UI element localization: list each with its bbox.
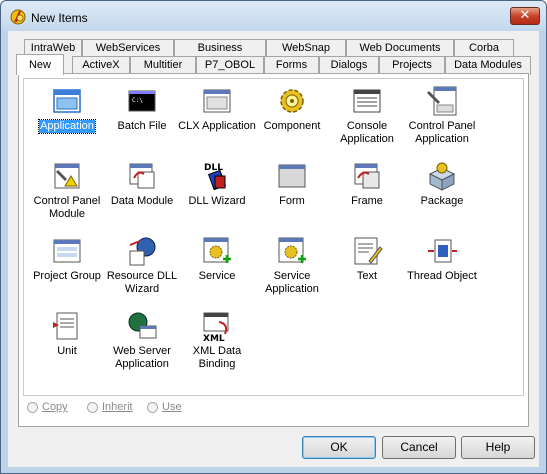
new-items-dialog: New Items ✕ IntraWeb WebServices Busines… <box>0 0 547 474</box>
cancel-button[interactable]: Cancel <box>382 436 456 459</box>
project-group-icon <box>53 239 81 263</box>
tab-new[interactable]: New <box>16 54 64 75</box>
dialog-client: IntraWeb WebServices Business WebSnap We… <box>8 31 539 467</box>
inherit-radio-label: Inherit <box>102 401 133 413</box>
control-panel-module-icon <box>54 163 80 189</box>
application-icon <box>53 89 81 113</box>
dll-wizard-icon: DLL <box>204 163 227 191</box>
copy-radio-circle[interactable] <box>27 402 38 413</box>
package-icon <box>428 162 456 191</box>
use-radio-circle[interactable] <box>147 402 158 413</box>
close-button[interactable]: ✕ <box>510 7 540 25</box>
thread-object-icon <box>428 239 457 263</box>
service-application-icon <box>278 237 306 263</box>
ok-button[interactable]: OK <box>302 436 376 459</box>
resource-dll-wizard-icon <box>129 237 156 266</box>
item-package[interactable]: Package <box>397 160 487 230</box>
use-radio-label: Use <box>162 401 182 413</box>
console-application-icon <box>353 89 381 113</box>
copy-radio-label: Copy <box>42 401 68 413</box>
text-icon <box>354 237 383 265</box>
item-xml-data-binding[interactable]: XML XML Data Binding <box>172 310 262 380</box>
component-gear-icon <box>280 89 304 113</box>
delphi-app-icon <box>10 9 26 25</box>
items-listview[interactable]: Application C:\ Batch File CLX Applicati… <box>23 78 524 396</box>
inherit-radio-circle[interactable] <box>87 402 98 413</box>
data-module-icon <box>129 163 155 189</box>
window-title: New Items <box>31 11 88 25</box>
form-icon <box>278 164 306 188</box>
web-server-application-icon <box>128 312 157 339</box>
service-icon <box>203 237 231 263</box>
batch-file-icon: C:\ <box>128 90 156 112</box>
xml-data-binding-icon: XML <box>203 312 229 342</box>
svg-text:C:\: C:\ <box>132 97 143 104</box>
inheritance-options: Copy Inherit Use <box>27 400 327 416</box>
unit-icon <box>53 312 78 340</box>
item-thread-object[interactable]: Thread Object <box>397 235 487 305</box>
tab-panel-new: Application C:\ Batch File CLX Applicati… <box>18 73 529 427</box>
title-bar[interactable]: New Items ✕ <box>1 1 546 31</box>
clx-application-icon <box>203 89 231 113</box>
svg-text:XML: XML <box>203 334 225 342</box>
help-button[interactable]: Help <box>461 436 535 459</box>
item-control-panel-application[interactable]: Control Panel Application <box>397 85 487 155</box>
frame-icon <box>354 163 380 189</box>
control-panel-application-icon <box>427 86 457 116</box>
